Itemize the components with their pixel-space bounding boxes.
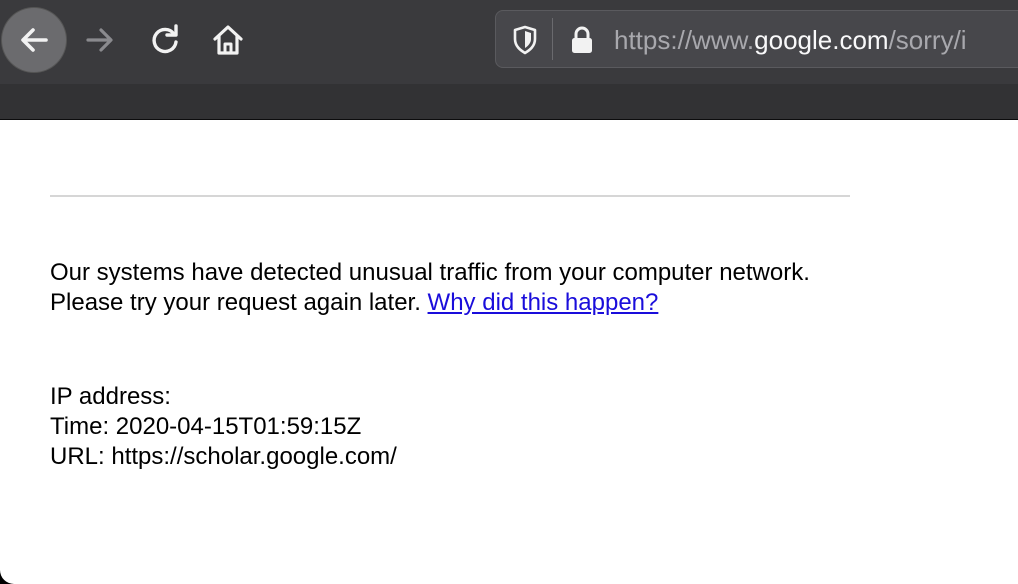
home-icon: [213, 25, 243, 55]
url-line: URL: https://scholar.google.com/: [50, 443, 397, 470]
unusual-traffic-message: Our systems have detected unusual traffi…: [50, 258, 850, 318]
why-did-this-happen-link[interactable]: Why did this happen?: [428, 289, 659, 316]
reload-icon: [152, 24, 178, 54]
tracking-protection-button[interactable]: [512, 24, 538, 56]
url-domain: google.com: [754, 25, 889, 55]
shield-icon: [513, 25, 537, 55]
horizontal-divider: [50, 195, 850, 197]
ip-address-line: IP address:: [50, 383, 171, 410]
forward-button[interactable]: [78, 18, 122, 62]
browser-window: https://www.google.com/sorry/i Our syste…: [0, 0, 1018, 584]
reload-button[interactable]: [143, 18, 187, 62]
home-button[interactable]: [206, 18, 250, 62]
back-button[interactable]: [2, 8, 66, 72]
url-text[interactable]: https://www.google.com/sorry/i: [614, 22, 967, 58]
request-info: IP address: Time: 2020-04-15T01:59:15Z U…: [50, 382, 850, 472]
time-line: Time: 2020-04-15T01:59:15Z: [50, 413, 362, 440]
site-security-button[interactable]: [568, 24, 596, 56]
url-prefix: https://www.: [614, 25, 755, 55]
back-arrow-icon: [21, 28, 48, 52]
address-bar-separator: [552, 18, 553, 60]
toolbar-divider: [0, 119, 1018, 120]
lock-icon: [572, 26, 592, 53]
url-suffix: /sorry/i: [888, 25, 967, 55]
forward-arrow-icon: [86, 28, 113, 52]
